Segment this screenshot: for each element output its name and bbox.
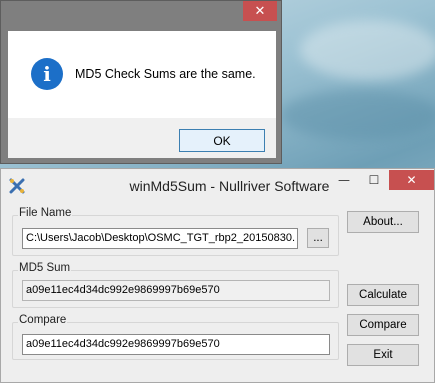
close-button[interactable]: ✕	[389, 170, 434, 190]
winmd5sum-window: winMd5Sum - Nullriver Software — ☐ ✕ Fil…	[0, 168, 435, 383]
browse-button[interactable]: ...	[307, 228, 329, 248]
minimize-button[interactable]: —	[329, 170, 359, 190]
about-button[interactable]: About...	[347, 211, 419, 233]
md5-sum-label: MD5 Sum	[18, 262, 72, 274]
maximize-button[interactable]: ☐	[359, 170, 389, 190]
window-controls: — ☐ ✕	[329, 170, 434, 190]
dialog-content: i MD5 Check Sums are the same.	[8, 31, 276, 118]
title-bar[interactable]: winMd5Sum - Nullriver Software — ☐ ✕	[1, 169, 434, 202]
exit-button[interactable]: Exit	[347, 344, 419, 366]
dialog-close-button[interactable]: ✕	[243, 1, 277, 21]
file-name-label: File Name	[18, 207, 73, 219]
dialog-footer: OK	[8, 118, 276, 158]
info-icon: i	[31, 58, 63, 90]
compare-field[interactable]: a09e11ec4d34dc992e9869997b69e570	[22, 334, 330, 355]
compare-button[interactable]: Compare	[347, 314, 419, 336]
dialog-message: MD5 Check Sums are the same.	[75, 67, 256, 81]
calculate-button[interactable]: Calculate	[347, 284, 419, 306]
ok-button[interactable]: OK	[179, 129, 265, 152]
message-dialog: ✕ i MD5 Check Sums are the same. OK	[0, 0, 282, 164]
dialog-body: i MD5 Check Sums are the same. OK	[8, 31, 276, 158]
file-name-field[interactable]: C:\Users\Jacob\Desktop\OSMC_TGT_rbp2_201…	[22, 228, 298, 249]
wallpaper-streak	[280, 90, 435, 140]
compare-label: Compare	[18, 314, 68, 326]
wallpaper-streak	[300, 20, 435, 80]
md5-sum-field[interactable]: a09e11ec4d34dc992e9869997b69e570	[22, 280, 330, 301]
